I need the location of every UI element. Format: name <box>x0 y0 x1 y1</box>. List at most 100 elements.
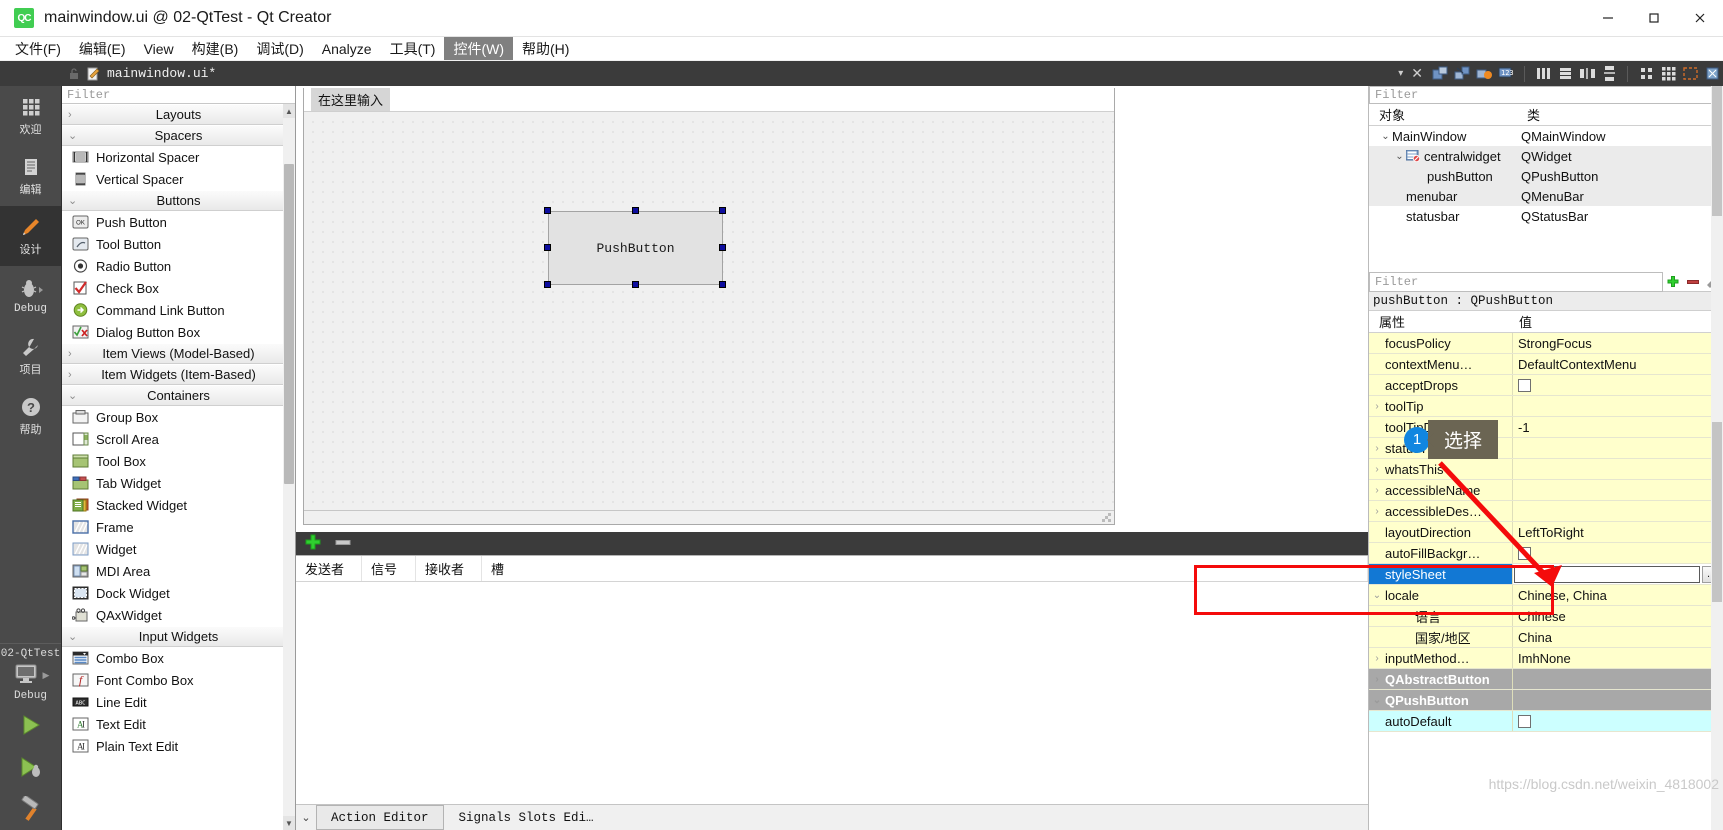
layout-in-grid-icon[interactable] <box>1659 65 1677 83</box>
chevron-right-icon[interactable]: › <box>1369 485 1385 496</box>
column-sender[interactable]: 发送者 <box>296 556 362 581</box>
chevron-down-icon[interactable]: ⌄ <box>1379 131 1392 142</box>
property-row-inputMethodHints[interactable]: › inputMethod… ImhNone <box>1369 648 1723 669</box>
property-row-country[interactable]: 国家/地区 China <box>1369 627 1723 648</box>
designed-main-window[interactable]: 在这里输入 PushButton <box>303 88 1115 525</box>
resize-handle-tr[interactable] <box>719 207 726 214</box>
chevron-down-icon[interactable]: ⌄ <box>1369 695 1385 706</box>
file-dropdown-caret-icon[interactable]: ▾ <box>1398 68 1403 79</box>
widget-item-stacked-widget[interactable]: Stacked Widget <box>62 494 295 516</box>
widget-item-tool-box[interactable]: Tool Box <box>62 450 295 472</box>
property-row-acceptDrops[interactable]: acceptDrops <box>1369 375 1723 396</box>
object-row-pushbutton[interactable]: pushButton QPushButton <box>1369 166 1723 186</box>
chevron-right-icon[interactable]: › <box>1369 401 1385 412</box>
mode-edit[interactable]: 编辑 <box>0 146 61 206</box>
chevron-right-icon[interactable]: › <box>1369 674 1385 685</box>
edit-widgets-icon[interactable] <box>1431 65 1449 83</box>
mode-projects[interactable]: 项目 <box>0 326 61 386</box>
widget-item-radio-button[interactable]: Radio Button <box>62 255 295 277</box>
scroll-up-arrow-icon[interactable]: ▲ <box>283 104 295 118</box>
widget-category-item-widgets[interactable]: › Item Widgets (Item-Based) <box>62 364 295 385</box>
tab-action-editor[interactable]: Action Editor <box>316 805 444 830</box>
object-row-mainwindow[interactable]: ⌄ MainWindow QMainWindow <box>1369 126 1723 146</box>
resize-handle-bl[interactable] <box>544 281 551 288</box>
widget-item-horizontal-spacer[interactable]: Horizontal Spacer <box>62 146 295 168</box>
widget-category-spacers[interactable]: ⌄ Spacers <box>62 125 295 146</box>
remove-property-button[interactable] <box>1683 272 1703 292</box>
menu-edit[interactable]: 编辑(E) <box>70 37 135 60</box>
widget-item-mdi-area[interactable]: MDI Area <box>62 560 295 582</box>
resize-handle-mr[interactable] <box>719 244 726 251</box>
column-signal[interactable]: 信号 <box>362 556 416 581</box>
widget-item-push-button[interactable]: OK Push Button <box>62 211 295 233</box>
property-editor-scrollbar[interactable] <box>1711 272 1723 830</box>
property-value[interactable] <box>1513 396 1723 416</box>
mode-design[interactable]: 设计 <box>0 206 61 266</box>
widget-item-dock-widget[interactable]: Dock Widget <box>62 582 295 604</box>
resize-handle-bc[interactable] <box>631 281 639 288</box>
property-group-qabstractbutton[interactable]: › QAbstractButton <box>1369 669 1723 690</box>
add-property-button[interactable] <box>1663 272 1683 292</box>
chevron-right-icon[interactable]: › <box>1369 464 1385 475</box>
resize-handle-tc[interactable] <box>631 207 639 214</box>
widget-category-containers[interactable]: ⌄ Containers <box>62 385 295 406</box>
chevron-down-icon[interactable]: ⌄ <box>1369 590 1385 601</box>
remove-connection-button[interactable] <box>334 533 352 554</box>
widget-item-tool-button[interactable]: Tool Button <box>62 233 295 255</box>
close-file-icon[interactable]: ✕ <box>1411 65 1423 82</box>
column-receiver[interactable]: 接收者 <box>416 556 482 581</box>
widget-item-tab-widget[interactable]: Tab Widget <box>62 472 295 494</box>
break-layout-icon[interactable] <box>1681 65 1699 83</box>
build-project-button[interactable] <box>0 788 61 830</box>
property-value[interactable]: -1 <box>1513 417 1723 437</box>
form-push-button[interactable]: PushButton <box>548 211 723 285</box>
widget-item-plain-text-edit[interactable]: AI Plain Text Edit <box>62 735 295 757</box>
scroll-thumb[interactable] <box>1712 86 1722 216</box>
widget-category-item-views[interactable]: › Item Views (Model-Based) <box>62 343 295 364</box>
size-grip-icon[interactable] <box>1102 513 1111 522</box>
layout-horizontally-icon[interactable] <box>1534 65 1552 83</box>
edit-tab-order-icon[interactable]: 123 <box>1497 65 1515 83</box>
autodefault-checkbox[interactable] <box>1518 714 1531 728</box>
open-file-name[interactable]: mainwindow.ui* <box>107 66 216 81</box>
menu-debug[interactable]: 调试(D) <box>247 37 312 60</box>
column-slot[interactable]: 槽 <box>482 556 1368 581</box>
resize-handle-ml[interactable] <box>544 244 551 251</box>
property-row-contextMenuPolicy[interactable]: contextMenu… DefaultContextMenu <box>1369 354 1723 375</box>
property-value[interactable]: DefaultContextMenu <box>1513 354 1723 374</box>
close-icon[interactable] <box>1677 0 1723 37</box>
property-row-toolTip[interactable]: › toolTip <box>1369 396 1723 417</box>
object-row-menubar[interactable]: menubar QMenuBar <box>1369 186 1723 206</box>
mode-welcome[interactable]: 欢迎 <box>0 86 61 146</box>
layout-vertically-icon[interactable] <box>1556 65 1574 83</box>
acceptdrops-checkbox[interactable] <box>1518 378 1531 392</box>
menu-view[interactable]: View <box>135 37 183 60</box>
widget-item-text-edit[interactable]: AI Text Edit <box>62 713 295 735</box>
tab-signals-slots-editor[interactable]: Signals Slots Edi… <box>444 805 609 830</box>
chevron-down-icon[interactable]: ⌄ <box>1393 151 1406 162</box>
chevron-right-icon[interactable]: › <box>1369 653 1385 664</box>
layout-in-form-icon[interactable] <box>1637 65 1655 83</box>
menu-help[interactable]: 帮助(H) <box>513 37 578 60</box>
menu-type-here-placeholder[interactable]: 在这里输入 <box>311 88 391 111</box>
menu-file[interactable]: 文件(F) <box>6 37 70 60</box>
widget-category-input-widgets[interactable]: ⌄ Input Widgets <box>62 626 295 647</box>
lock-icon[interactable] <box>66 66 82 82</box>
property-row-focusPolicy[interactable]: focusPolicy StrongFocus <box>1369 333 1723 354</box>
minimize-icon[interactable] <box>1585 0 1631 37</box>
widget-item-command-link-button[interactable]: Command Link Button <box>62 299 295 321</box>
widget-box-scrollbar[interactable]: ▲ ▼ <box>283 104 295 830</box>
kit-selector[interactable]: 02-QtTest ▶ Debug <box>0 643 61 704</box>
widget-category-layouts[interactable]: › Layouts <box>62 104 295 125</box>
maximize-icon[interactable] <box>1631 0 1677 37</box>
adjust-size-icon[interactable] <box>1703 65 1721 83</box>
widget-item-group-box[interactable]: Group Box <box>62 406 295 428</box>
kit-expand-arrow-icon[interactable]: ▶ <box>43 670 50 681</box>
property-editor-filter-input[interactable]: Filter <box>1369 272 1663 292</box>
widget-item-frame[interactable]: Frame <box>62 516 295 538</box>
object-row-statusbar[interactable]: statusbar QStatusBar <box>1369 206 1723 226</box>
widget-item-dialog-button-box[interactable]: Dialog Button Box <box>62 321 295 343</box>
menu-tools[interactable]: 工具(T) <box>381 37 445 60</box>
widget-item-widget[interactable]: Widget <box>62 538 295 560</box>
chevron-down-icon[interactable]: ⌄ <box>296 805 316 830</box>
